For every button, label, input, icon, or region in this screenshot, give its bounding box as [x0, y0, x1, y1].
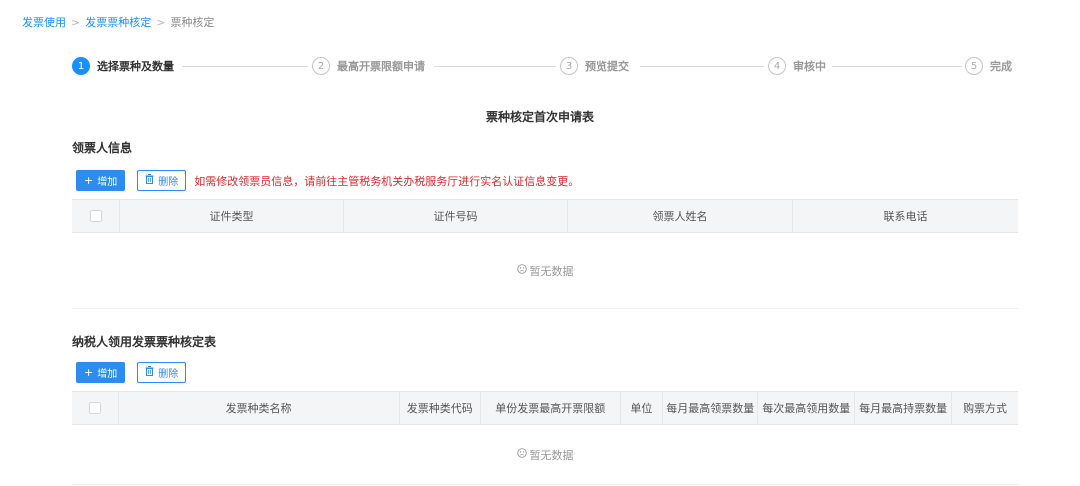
breadcrumb: 发票使用 > 发票票种核定 > 票种核定 — [22, 14, 214, 30]
empty-face-icon — [516, 264, 527, 277]
trash-icon — [145, 174, 154, 187]
column-header: 单份发票最高开票限额 — [481, 392, 621, 424]
add-invoice-type-button[interactable]: + 增加 — [76, 362, 126, 383]
step-2: 2 最高开票限额申请 — [312, 56, 425, 76]
step-label: 预览提交 — [585, 60, 629, 73]
empty-face-icon — [516, 448, 527, 461]
step-number: 4 — [768, 57, 786, 75]
step-label: 选择票种及数量 — [97, 60, 174, 73]
step-number: 3 — [560, 57, 578, 75]
column-header: 发票种类名称 — [119, 392, 400, 424]
step-connector — [182, 66, 308, 67]
select-all-checkbox[interactable] — [89, 210, 102, 222]
add-button-label: 增加 — [97, 369, 118, 380]
step-label: 最高开票限额申请 — [337, 60, 425, 73]
invoice-type-table: 发票种类名称 发票种类代码 单份发票最高开票限额 单位 每月最高领票数量 每次最… — [72, 391, 1018, 485]
delete-recipient-button[interactable]: 删除 — [137, 170, 187, 191]
breadcrumb-separator: > — [71, 16, 81, 29]
delete-invoice-type-button[interactable]: 删除 — [137, 362, 187, 383]
step-4: 4 审核中 — [768, 56, 826, 76]
step-indicator: 1 选择票种及数量 2 最高开票限额申请 3 预览提交 4 审核中 5 完成 — [72, 56, 1016, 76]
column-header: 证件号码 — [344, 200, 568, 232]
empty-text: 暂无数据 — [529, 264, 574, 278]
step-number: 2 — [312, 57, 330, 75]
breadcrumb-item-invoice-type-approval[interactable]: 发票票种核定 — [85, 16, 151, 29]
recipient-table: 证件类型 证件号码 领票人姓名 联系电话 暂无数据 — [72, 199, 1018, 309]
step-number: 5 — [965, 57, 983, 75]
step-connector — [640, 66, 764, 67]
column-header: 购票方式 — [963, 402, 1008, 415]
delete-button-label: 删除 — [158, 177, 179, 188]
trash-icon — [145, 366, 154, 379]
delete-button-label: 删除 — [158, 369, 179, 380]
breadcrumb-item-current: 票种核定 — [170, 16, 215, 29]
select-all-cell — [72, 200, 120, 232]
empty-state: 暂无数据 — [72, 233, 1018, 309]
invoice-type-toolbar: + 增加 删除 — [76, 362, 187, 383]
breadcrumb-separator: > — [156, 16, 166, 29]
step-connector — [832, 66, 962, 67]
step-connector — [434, 66, 556, 67]
step-1: 1 选择票种及数量 — [72, 56, 174, 76]
section-title-invoice-types: 纳税人领用发票票种核定表 — [72, 335, 217, 349]
step-3: 3 预览提交 — [560, 56, 629, 76]
table-header: 证件类型 证件号码 领票人姓名 联系电话 — [72, 199, 1018, 233]
column-header: 每月最高持票数量 — [855, 392, 953, 424]
breadcrumb-item-invoice-use[interactable]: 发票使用 — [22, 16, 66, 29]
table-header: 发票种类名称 发票种类代码 单份发票最高开票限额 单位 每月最高领票数量 每次最… — [72, 391, 1018, 425]
select-all-checkbox[interactable] — [88, 402, 101, 414]
plus-icon: + — [84, 366, 94, 379]
column-header: 发票种类代码 — [400, 392, 482, 424]
column-header: 单位 — [621, 392, 664, 424]
add-button-label: 增加 — [97, 177, 118, 188]
empty-state: 暂无数据 — [72, 425, 1018, 485]
step-label: 审核中 — [793, 60, 826, 73]
recipient-toolbar: + 增加 删除 如需修改领票员信息，请前往主管税务机关办税服务厅进行实名认证信息变… — [76, 170, 579, 191]
step-number: 1 — [72, 57, 90, 75]
select-all-cell — [72, 392, 119, 424]
step-label: 完成 — [990, 60, 1012, 73]
section-title-recipient-info: 领票人信息 — [72, 141, 133, 155]
plus-icon: + — [84, 174, 94, 187]
column-header: 每次最高领用数量 — [758, 392, 856, 424]
column-header: 领票人姓名 — [568, 200, 793, 232]
form-title: 票种核定首次申请表 — [485, 110, 594, 124]
column-header: 每月最高领票数量 — [663, 392, 759, 424]
recipient-warning-text: 如需修改领票员信息，请前往主管税务机关办税服务厅进行实名认证信息变更。 — [194, 174, 580, 188]
column-header: 联系电话 — [883, 210, 928, 223]
add-recipient-button[interactable]: + 增加 — [76, 170, 126, 191]
column-header: 证件类型 — [120, 200, 344, 232]
step-5: 5 完成 — [965, 56, 1012, 76]
empty-text: 暂无数据 — [529, 448, 574, 462]
